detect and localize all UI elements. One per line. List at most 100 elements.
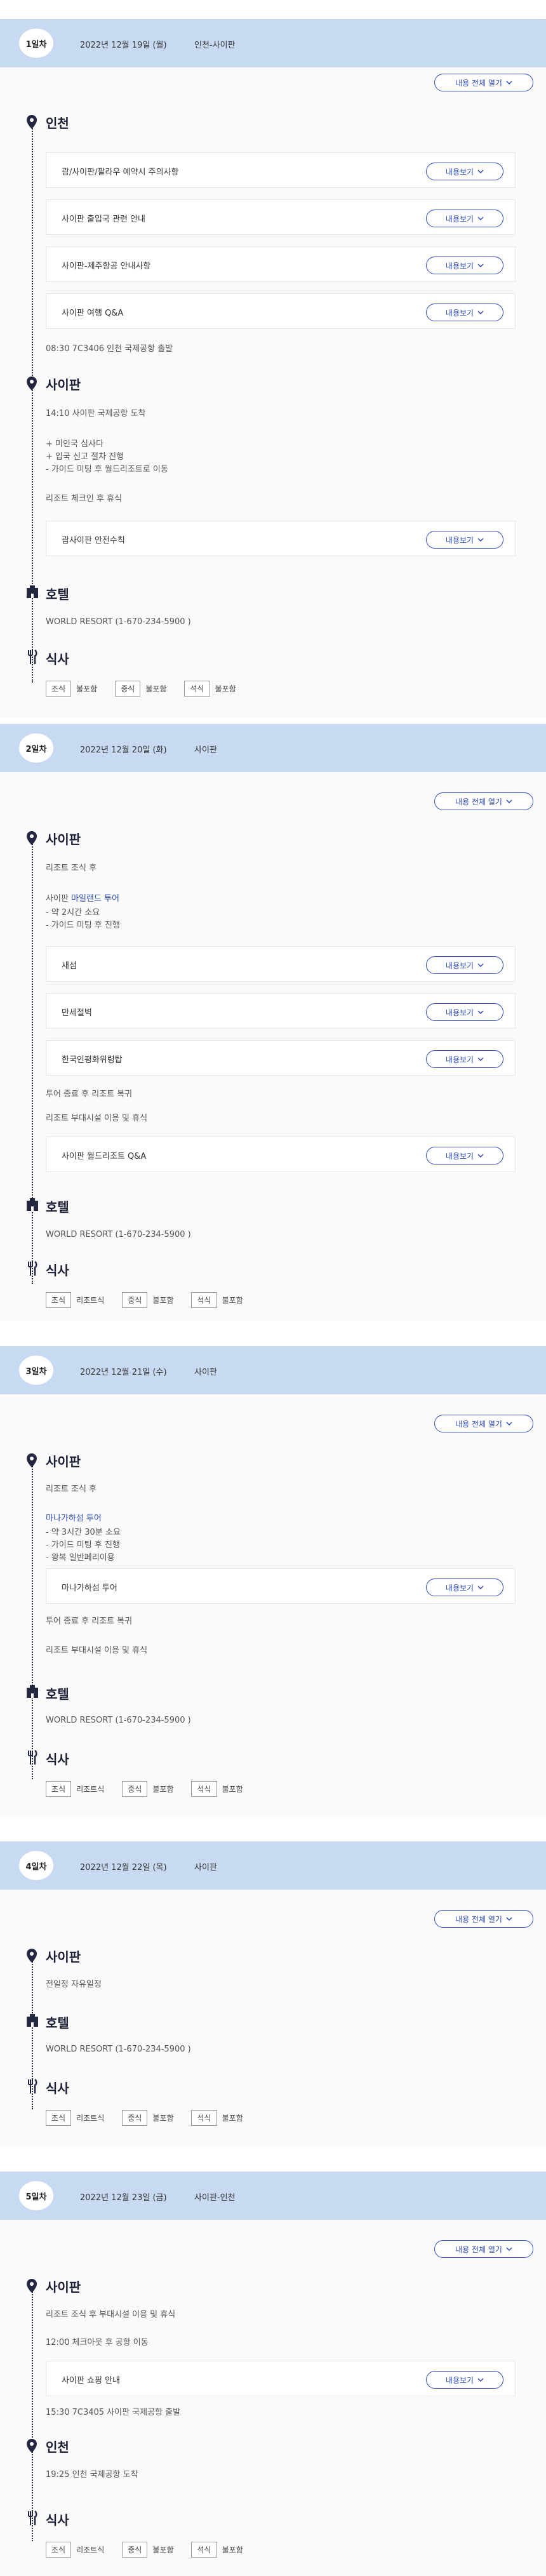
schedule-note: 리조트 조식 후	[46, 1485, 97, 1494]
chevron-down-icon	[477, 1057, 484, 1061]
breakfast-tag: 조식	[46, 1292, 72, 1308]
day-3-section: 3일차 2022년 12월 21일 (수) 사이판 내용 전체 열기 사이판 리…	[0, 1346, 546, 1816]
view-more-button[interactable]: 내용보기	[426, 1003, 503, 1021]
lunch-value: 불포함	[145, 684, 167, 693]
day-badge: 5일차	[19, 2181, 53, 2210]
tour-title: 마나가하섬 투어	[46, 1514, 102, 1523]
view-more-button[interactable]: 내용보기	[426, 257, 503, 274]
notice-card[interactable]: 한국인평화위령탑 내용보기	[46, 1040, 516, 1076]
notice-card[interactable]: 괌사이판 안전수칙 내용보기	[46, 521, 516, 556]
expand-all-button[interactable]: 내용 전체 열기	[434, 792, 533, 810]
view-more-button[interactable]: 내용보기	[426, 531, 503, 549]
chevron-down-icon	[477, 538, 484, 542]
meal-icon	[25, 1261, 38, 1276]
location-pin-icon	[25, 2438, 38, 2453]
dinner-value: 불포함	[222, 2114, 243, 2123]
dinner-value: 불포함	[222, 1785, 243, 1794]
view-more-button[interactable]: 내용보기	[426, 1147, 503, 1165]
chevron-down-icon	[477, 170, 484, 173]
notice-card[interactable]: 사이판 출입국 관련 안내 내용보기	[46, 199, 516, 235]
chevron-down-icon	[477, 1010, 484, 1014]
day-badge: 1일차	[19, 29, 53, 58]
schedule-note: 14:10 사이판 국제공항 도착	[46, 409, 146, 418]
dinner-tag: 석식	[191, 1292, 217, 1308]
dinner-tag: 석식	[191, 1781, 217, 1797]
lunch-value: 불포함	[152, 2546, 174, 2554]
chevron-down-icon	[506, 1422, 512, 1425]
expand-all-button[interactable]: 내용 전체 열기	[434, 1910, 533, 1928]
chevron-down-icon	[506, 1917, 512, 1921]
breakfast-tag: 조식	[46, 2542, 72, 2558]
notice-card[interactable]: 새섬 내용보기	[46, 946, 516, 982]
tour-title: 사이판 마일랜드 투어	[46, 894, 119, 904]
day-header: 1일차 2022년 12월 19일 (월) 인천-사이판	[0, 19, 546, 67]
expand-all-button[interactable]: 내용 전체 열기	[434, 74, 533, 91]
lunch-tag: 중식	[122, 2542, 148, 2558]
schedule-note: 투어 종료 후 리조트 복귀	[46, 1090, 133, 1099]
day-2-section: 2일차 2022년 12월 20일 (화) 사이판 내용 전체 열기 사이판 리…	[0, 724, 546, 1321]
day-1-section: 1일차 2022년 12월 19일 (월) 인천-사이판 내용 전체 열기 인천…	[0, 19, 546, 717]
day-place: 사이판	[194, 1863, 217, 1872]
expand-all-button[interactable]: 내용 전체 열기	[434, 2240, 533, 2258]
dinner-value: 불포함	[222, 1296, 243, 1305]
schedule-note: 19:25 인천 국제공항 도착	[46, 2470, 138, 2479]
day-place: 인천-사이판	[194, 41, 236, 50]
schedule-note: 리조트 체크인 후 휴식	[46, 494, 123, 504]
hotel-icon	[25, 584, 38, 599]
hotel-icon	[25, 1684, 38, 1699]
view-more-button[interactable]: 내용보기	[426, 163, 503, 180]
view-more-button[interactable]: 내용보기	[426, 210, 503, 227]
section-title-saipan: 사이판	[46, 1949, 81, 1965]
location-pin-icon	[25, 376, 38, 391]
view-more-button[interactable]: 내용보기	[426, 304, 503, 321]
schedule-note: 08:30 7C3406 인천 국제공항 출발	[46, 344, 173, 354]
notice-card[interactable]: 마나가하섬 투어 내용보기	[46, 1568, 516, 1604]
day-date: 2022년 12월 21일 (수)	[80, 1368, 167, 1377]
view-more-button[interactable]: 내용보기	[426, 1578, 503, 1596]
view-more-button[interactable]: 내용보기	[426, 2371, 503, 2389]
location-pin-icon	[25, 831, 38, 846]
meal-icon	[25, 650, 38, 665]
hotel-info: WORLD RESORT (1-670-234-5900 )	[46, 617, 191, 627]
section-title-saipan: 사이판	[46, 1454, 81, 1469]
notice-card[interactable]: 만세절벽 내용보기	[46, 993, 516, 1029]
lunch-value: 불포함	[152, 1296, 174, 1305]
schedule-note: 리조트 조식 후 부대시설 이용 및 휴식	[46, 2310, 176, 2319]
view-more-button[interactable]: 내용보기	[426, 1050, 503, 1068]
day-date: 2022년 12월 19일 (월)	[80, 41, 167, 50]
notice-card[interactable]: 괌/사이판/팔라우 예약시 주의사항 내용보기	[46, 152, 516, 188]
dinner-tag: 석식	[191, 2110, 217, 2126]
section-title-incheon: 인천	[46, 116, 69, 131]
notice-card[interactable]: 사이판-제주항공 안내사항 내용보기	[46, 246, 516, 282]
day-badge: 4일차	[19, 1851, 53, 1880]
chevron-down-icon	[477, 963, 484, 967]
meal-info: 조식 리조트식 중식 불포함 석식 불포함	[46, 2110, 261, 2126]
location-pin-icon	[25, 1948, 38, 1963]
breakfast-tag: 조식	[46, 1781, 72, 1797]
chevron-down-icon	[477, 217, 484, 220]
view-more-button[interactable]: 내용보기	[426, 956, 503, 974]
meal-icon	[25, 2511, 38, 2526]
notice-card[interactable]: 사이판 월드리조트 Q&A 내용보기	[46, 1137, 516, 1172]
hotel-info: WORLD RESORT (1-670-234-5900 )	[46, 2045, 191, 2054]
chevron-down-icon	[477, 2378, 484, 2382]
breakfast-value: 리조트식	[76, 2114, 105, 2123]
tour-link[interactable]: 마일랜드 투어	[71, 894, 119, 904]
notice-card[interactable]: 사이판 여행 Q&A 내용보기	[46, 293, 516, 329]
day-5-section: 5일차 2022년 12월 23일 (금) 사이판-인천 내용 전체 열기 사이…	[0, 2172, 546, 2576]
schedule-note: 리조트 조식 후	[46, 864, 97, 873]
breakfast-tag: 조식	[46, 681, 72, 697]
notice-card[interactable]: 사이판 쇼핑 안내 내용보기	[46, 2361, 516, 2396]
breakfast-value: 불포함	[76, 684, 98, 693]
timeline-line	[32, 1462, 33, 1779]
expand-all-button[interactable]: 내용 전체 열기	[434, 1415, 533, 1432]
meal-info: 조식 리조트식 중식 불포함 석식 불포함	[46, 1292, 261, 1308]
day-place: 사이판-인천	[194, 2193, 236, 2203]
breakfast-value: 리조트식	[76, 1296, 105, 1305]
chevron-down-icon	[477, 264, 484, 267]
hotel-icon	[25, 2013, 38, 2028]
chevron-down-icon	[477, 310, 484, 314]
schedule-note: 리조트 부대시설 이용 및 휴식	[46, 1114, 148, 1123]
day-date: 2022년 12월 22일 (목)	[80, 1863, 167, 1872]
meal-info: 조식 리조트식 중식 불포함 석식 불포함	[46, 2542, 261, 2558]
